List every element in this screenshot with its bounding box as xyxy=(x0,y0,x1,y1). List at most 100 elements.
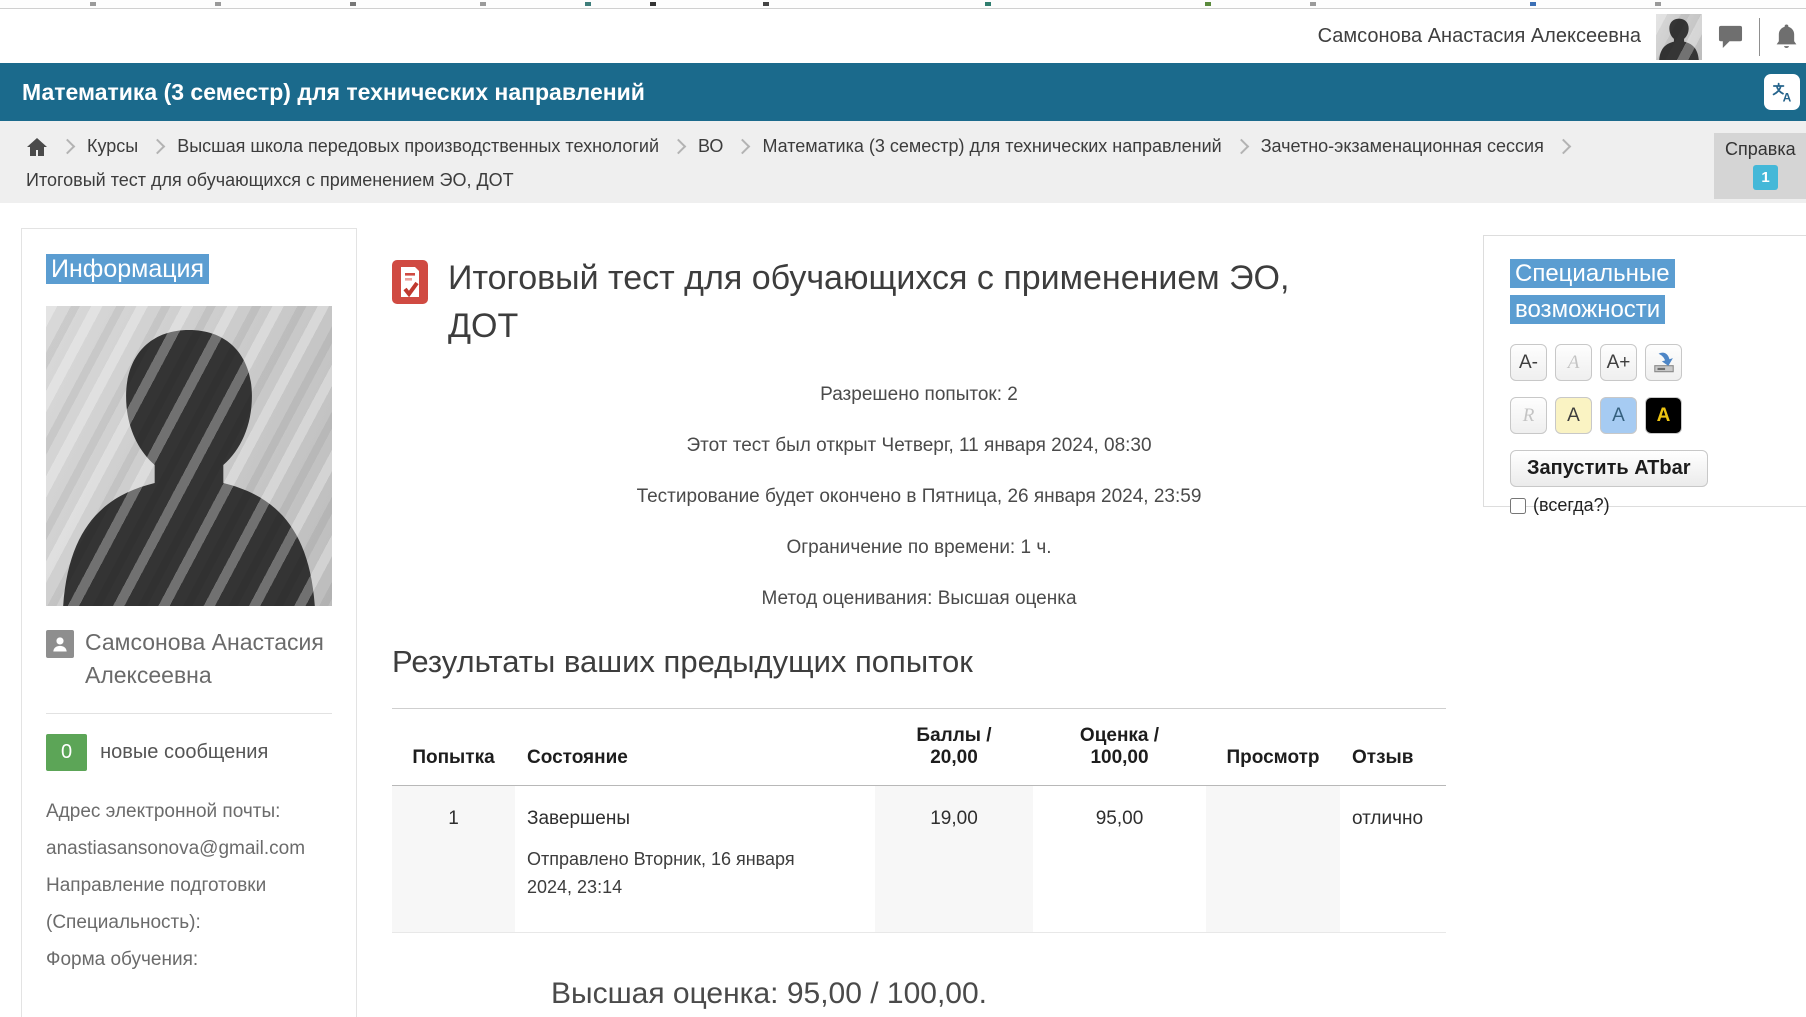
course-header: Математика (3 семестр) для технических н… xyxy=(0,63,1806,121)
breadcrumb-item-vo[interactable]: ВО xyxy=(698,136,723,157)
col-feedback: Отзыв xyxy=(1340,709,1446,786)
breadcrumb-item-courses[interactable]: Курсы xyxy=(87,136,138,157)
bookmark-fragment xyxy=(650,2,656,6)
attempt-state: Завершены xyxy=(527,808,863,830)
email-label: Адрес электронной почты: xyxy=(46,793,332,830)
quiz-icon xyxy=(392,260,428,304)
atbar-always-row: (всегда?) xyxy=(1510,495,1806,516)
quiz-grading-method: Метод оценивания: Высшая оценка xyxy=(392,588,1446,610)
scheme-blue-button[interactable]: A xyxy=(1600,397,1637,434)
notifications-bell-icon[interactable] xyxy=(1775,23,1798,50)
bookmark-fragment xyxy=(1205,2,1211,6)
page: Самсонова Анастасия Алексеевна Математик… xyxy=(0,0,1806,1017)
chevron-right-icon xyxy=(671,139,687,155)
attempts-table: Попытка Состояние Баллы / 20,00 Оценка /… xyxy=(392,708,1446,933)
quiz-main: Итоговый тест для обучающихся с применен… xyxy=(392,203,1446,1017)
breadcrumb-item-session[interactable]: Зачетно-экзаменационная сессия xyxy=(1261,136,1544,157)
chevron-right-icon xyxy=(735,139,751,155)
user-menu-name[interactable]: Самсонова Анастасия Алексеевна xyxy=(1318,25,1641,48)
final-grade: Высшая оценка: 95,00 / 100,00. xyxy=(551,977,1446,1011)
quiz-open-date: Этот тест был открыт Четверг, 11 января … xyxy=(392,435,1446,457)
font-default-button[interactable]: A xyxy=(1555,344,1592,381)
results-heading: Результаты ваших предыдущих попыток xyxy=(392,644,1446,680)
email-value: anastiasansonova@gmail.com xyxy=(46,830,332,867)
col-state: Состояние xyxy=(515,709,875,786)
profile-details: Адрес электронной почты: anastiasansonov… xyxy=(46,793,332,978)
home-icon[interactable] xyxy=(26,137,48,157)
col-attempt: Попытка xyxy=(392,709,515,786)
chevron-right-icon xyxy=(60,139,76,155)
bookmark-fragment xyxy=(350,2,356,6)
scheme-reset-button[interactable]: R xyxy=(1510,397,1547,434)
atbar-always-label[interactable]: (всегда?) xyxy=(1533,495,1610,516)
attempt-grade-cell: 95,00 xyxy=(1033,786,1206,933)
attempt-marks-cell: 19,00 xyxy=(875,786,1033,933)
svg-text:A: A xyxy=(1783,91,1792,104)
col-grade: Оценка / 100,00 xyxy=(1033,709,1206,786)
font-increase-button[interactable]: A+ xyxy=(1600,344,1637,381)
quiz-title: Итоговый тест для обучающихся с применен… xyxy=(448,255,1328,350)
font-decrease-button[interactable]: A- xyxy=(1510,344,1547,381)
accessibility-title: Специальные возможности xyxy=(1510,256,1700,328)
breadcrumb-item-school[interactable]: Высшая школа передовых производственных … xyxy=(177,136,659,157)
quiz-title-row: Итоговый тест для обучающихся с применен… xyxy=(392,255,1446,350)
bookmark-fragment xyxy=(1530,2,1536,6)
profile-photo xyxy=(46,306,332,606)
accessibility-block: Специальные возможности A- A A+ R A A A xyxy=(1483,235,1806,507)
attempt-review-cell xyxy=(1206,786,1340,933)
breadcrumb: Курсы Высшая школа передовых производств… xyxy=(26,136,1569,157)
chevron-right-icon xyxy=(1233,139,1249,155)
quiz-info: Разрешено попыток: 2 Этот тест был откры… xyxy=(392,384,1446,610)
help-block: Справка 1 xyxy=(1714,133,1806,199)
messages-count-badge: 0 xyxy=(46,734,87,771)
translate-icon[interactable]: A xyxy=(1764,74,1800,110)
save-settings-icon[interactable] xyxy=(1645,344,1682,381)
bookmark-fragment xyxy=(985,2,991,6)
content-area: Информация Самсонова Анастасия Алексеевн… xyxy=(0,203,1806,1017)
attempts-header-row: Попытка Состояние Баллы / 20,00 Оценка /… xyxy=(392,709,1446,786)
bookmark-fragment xyxy=(763,2,769,6)
scheme-high-contrast-button[interactable]: A xyxy=(1645,397,1682,434)
quiz-close-date: Тестирование будет окончено в Пятница, 2… xyxy=(392,486,1446,508)
quiz-time-limit: Ограничение по времени: 1 ч. xyxy=(392,537,1446,559)
attempt-row: 1 Завершены Отправлено Вторник, 16 январ… xyxy=(392,786,1446,933)
quiz-attempts-allowed: Разрешено попыток: 2 xyxy=(392,384,1446,406)
browser-bookmarks-strip xyxy=(0,0,1806,9)
col-review: Просмотр xyxy=(1206,709,1340,786)
new-messages-link[interactable]: 0 новые сообщения xyxy=(46,734,332,771)
bookmark-fragment xyxy=(585,2,591,6)
attempt-submitted-date: Отправлено Вторник, 16 января 2024, 23:1… xyxy=(527,846,827,902)
bookmark-fragment xyxy=(90,2,96,6)
bookmark-fragment xyxy=(1310,2,1316,6)
messages-icon[interactable] xyxy=(1717,24,1744,49)
attempt-state-cell: Завершены Отправлено Вторник, 16 января … xyxy=(515,786,875,933)
breadcrumb-item-course[interactable]: Математика (3 семестр) для технических н… xyxy=(762,136,1221,157)
bookmark-fragment xyxy=(1655,2,1661,6)
user-avatar[interactable] xyxy=(1656,14,1702,60)
col-marks: Баллы / 20,00 xyxy=(875,709,1033,786)
profile-name: Самсонова Анастасия Алексеевна xyxy=(85,626,332,693)
breadcrumb-current: Итоговый тест для обучающихся с применен… xyxy=(26,170,514,191)
course-header-title: Математика (3 семестр) для технических н… xyxy=(0,79,645,106)
study-form-label: Форма обучения: xyxy=(46,941,332,978)
attempt-number-cell: 1 xyxy=(392,786,515,933)
person-icon xyxy=(46,630,74,658)
font-size-buttons: A- A A+ xyxy=(1510,344,1806,381)
chevron-right-icon xyxy=(150,139,166,155)
breadcrumb-band: Курсы Высшая школа передовых производств… xyxy=(0,121,1806,203)
help-count-badge: 1 xyxy=(1753,165,1778,190)
profile-name-row: Самсонова Анастасия Алексеевна xyxy=(46,626,332,693)
topbar-divider xyxy=(1759,18,1760,56)
info-block-title: Информация xyxy=(46,255,332,284)
divider xyxy=(46,713,332,714)
speciality-label: Направление подготовки (Специальность): xyxy=(46,867,332,941)
color-scheme-buttons: R A A A xyxy=(1510,397,1806,434)
bookmark-fragment xyxy=(215,2,221,6)
bookmark-fragment xyxy=(480,2,486,6)
user-bar: Самсонова Анастасия Алексеевна xyxy=(0,10,1806,63)
atbar-always-checkbox[interactable] xyxy=(1510,498,1526,514)
launch-atbar-button[interactable]: Запустить ATbar xyxy=(1510,450,1708,487)
scheme-yellow-button[interactable]: A xyxy=(1555,397,1592,434)
messages-label: новые сообщения xyxy=(100,741,268,764)
help-label[interactable]: Справка xyxy=(1725,139,1806,160)
